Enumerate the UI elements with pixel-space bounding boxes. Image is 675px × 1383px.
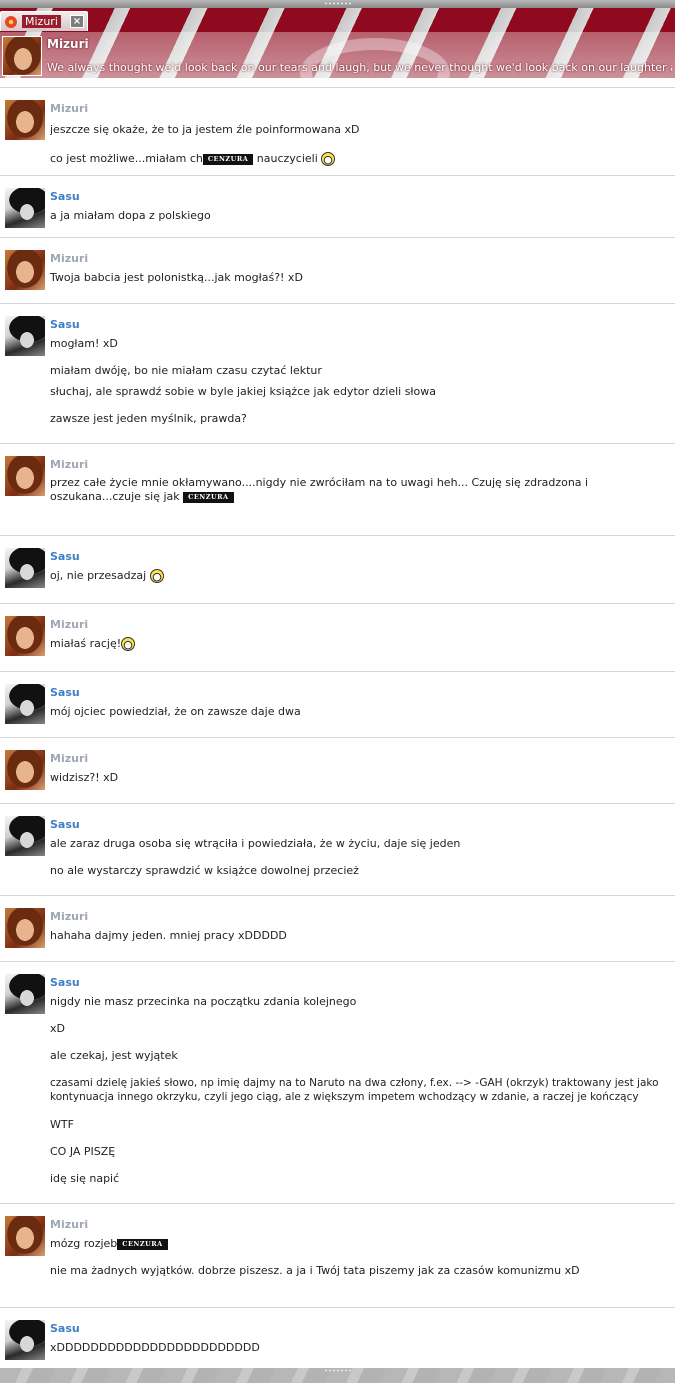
message-text: oj, nie przesadzaj [50,569,164,583]
message-block: Sasu a ja miałam dopa z polskiego [0,175,675,237]
sender-name: Mizuri [50,102,89,115]
message-text: miałam dwóję, bo nie miałam czasu czytać… [50,364,322,377]
sender-name: Sasu [50,550,80,563]
sender-name: Sasu [50,818,80,831]
close-icon[interactable]: × [70,15,84,28]
laughing-smiley-icon [321,152,336,166]
mizuri-avatar [5,908,45,948]
message-text: nigdy nie masz przecinka na początku zda… [50,995,357,1008]
message-text: WTF [50,1118,74,1131]
message-text: CO JA PISZĘ [50,1145,116,1158]
message-text: Twoja babcia jest polonistką...jak mogła… [50,271,303,284]
censor-image: CENZURA [202,153,254,165]
contact-avatar[interactable] [2,36,42,76]
message-fragment: nauczycieli [256,152,318,165]
message-text: miałaś rację! [50,637,136,651]
window-top-grip[interactable] [0,0,675,8]
sasu-avatar [5,816,45,856]
message-block: Sasu oj, nie przesadzaj [0,535,675,603]
message-text: czasami dzielę jakieś słowo, np imię daj… [50,1077,659,1103]
sender-name: Sasu [50,318,80,331]
message-history[interactable]: Mizuri jeszcze się okaże, że to ja jeste… [0,78,675,1368]
message-block: Sasu ale zaraz druga osoba się wtrąciła … [0,803,675,895]
grip-dots [323,2,352,5]
tab-title: Mizuri [22,15,61,28]
laughing-smiley-icon [149,569,164,583]
grip-dots [323,1369,352,1372]
contact-status-message: We always thought we'd look back on our … [47,61,672,74]
conversation-header: Mizuri × Mizuri We always thought we'd l… [0,8,675,78]
mizuri-avatar [5,100,45,140]
censor-image: CENZURA [183,491,234,503]
message-text: zawsze jest jeden myślnik, prawda? [50,412,247,425]
message-text: słuchaj, ale sprawdź sobie w byle jakiej… [50,385,437,398]
message-block: Sasu mogłam! xD miałam dwóję, bo nie mia… [0,303,675,443]
sasu-avatar [5,974,45,1014]
sasu-avatar [5,188,45,228]
message-text: idę się napić [50,1172,120,1185]
message-text: jeszcze się okaże, że to ja jestem źle p… [50,123,360,136]
laughing-smiley-icon [121,637,136,651]
message-text: co jest możliwe...miałam ch CENZURA naucz… [50,152,336,166]
message-fragment: mózg rozjeb [50,1237,118,1250]
tab-mizuri[interactable]: Mizuri × [0,11,88,31]
window-bottom-grip[interactable] [0,1368,675,1383]
message-block: Sasu xDDDDDDDDDDDDDDDDDDDDDDDD [0,1307,675,1368]
message-fragment: oj, nie przesadzaj [50,569,147,582]
message-block: Sasu nigdy nie masz przecinka na początk… [0,961,675,1203]
message-block: Sasu mój ojciec powiedział, że on zawsze… [0,671,675,737]
sender-name: Sasu [50,686,80,699]
sender-name: Mizuri [50,1218,89,1231]
message-text: mogłam! xD [50,337,118,350]
message-text: mój ojciec powiedział, że on zawsze daje… [50,705,301,718]
message-text: ale zaraz druga osoba się wtrąciła i pow… [50,837,461,850]
message-text: xD [50,1022,65,1035]
sender-name: Mizuri [50,618,89,631]
message-text: no ale wystarczy sprawdzić w książce dow… [50,864,359,877]
message-text: a ja miałam dopa z polskiego [50,209,211,222]
message-text: xDDDDDDDDDDDDDDDDDDDDDDDD [50,1341,260,1354]
message-block: Mizuri widzisz?! xD [0,737,675,803]
message-block: Mizuri hahaha dajmy jeden. mniej pracy x… [0,895,675,961]
message-text: mózg rozjeb CENZURA [50,1237,168,1250]
message-text: ale czekaj, jest wyjątek [50,1049,178,1062]
mizuri-avatar [5,1216,45,1256]
sender-name: Mizuri [50,752,89,765]
message-block: Mizuri miałaś rację! [0,603,675,671]
sender-name: Sasu [50,1322,80,1335]
message-block: Mizuri jeszcze się okaże, że to ja jeste… [0,87,675,175]
sender-name: Sasu [50,190,80,203]
sasu-avatar [5,316,45,356]
message-fragment: co jest możliwe...miałam ch [50,152,203,165]
sasu-avatar [5,1320,45,1360]
message-fragment: przez całe życie mnie okłamywano....nigd… [50,476,589,503]
mizuri-avatar [5,456,45,496]
message-text: widzisz?! xD [50,771,119,784]
message-fragment: miałaś rację! [50,637,122,650]
mizuri-avatar [5,750,45,790]
message-block: Mizuri mózg rozjeb CENZURA nie ma żadnych… [0,1203,675,1307]
message-text: hahaha dajmy jeden. mniej pracy xDDDDD [50,929,287,942]
sender-name: Sasu [50,976,80,989]
message-text: nie ma żadnych wyjątków. dobrze piszesz.… [50,1264,580,1277]
sasu-avatar [5,548,45,588]
mizuri-avatar [5,250,45,290]
sender-name: Mizuri [50,458,89,471]
message-text: przez całe życie mnie okłamywano....nigd… [50,476,675,504]
message-block: Mizuri Twoja babcia jest polonistką...ja… [0,237,675,303]
mizuri-avatar [5,616,45,656]
sasu-avatar [5,684,45,724]
censor-image: CENZURA [117,1238,168,1250]
contact-name: Mizuri [47,37,89,51]
flower-icon [4,15,18,29]
sender-name: Mizuri [50,252,89,265]
sender-name: Mizuri [50,910,89,923]
message-block: Mizuri przez całe życie mnie okłamywano.… [0,443,675,535]
